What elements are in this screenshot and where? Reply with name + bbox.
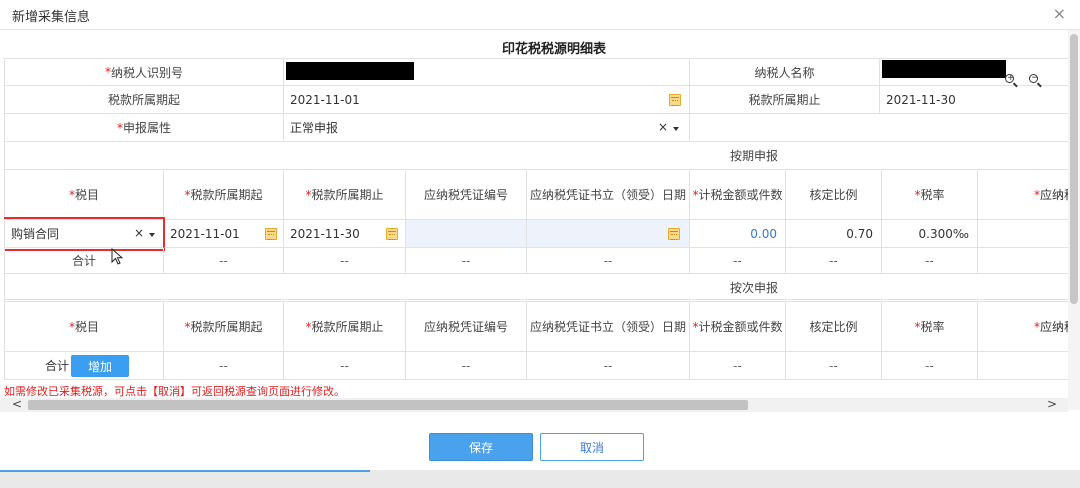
per-time-header-period-end: * 税款所属期止 bbox=[284, 302, 406, 352]
close-icon[interactable]: × bbox=[1053, 4, 1066, 23]
cursor-icon bbox=[111, 248, 124, 265]
scroll-left-icon[interactable]: < bbox=[12, 397, 22, 411]
scroll-right-icon[interactable]: > bbox=[1047, 397, 1057, 411]
bottom-accent bbox=[0, 470, 370, 472]
periodic-header-tax-item: * 税目 bbox=[4, 170, 164, 220]
stamp-tax-form: 印花税税源明细表 * 纳税人识别号 纳税人名称 税款所属期起 2021-11-01… bbox=[4, 32, 1068, 398]
period-end-value: 2021-11-30 bbox=[886, 92, 956, 107]
taxpayer-id-redaction bbox=[286, 62, 414, 80]
periodic-payable-value bbox=[978, 220, 1068, 248]
per-time-header-period-start: * 税款所属期起 bbox=[164, 302, 284, 352]
clear-icon[interactable]: × bbox=[658, 120, 668, 134]
periodic-total-cell: -- bbox=[406, 248, 527, 274]
per-time-header-payable: *应纳税 bbox=[978, 302, 1068, 352]
edit-notice: 如需修改已采集税源，可点击【取消】可返回税源查询页面进行修改。 bbox=[4, 385, 345, 398]
periodic-rate-value: 0.300‰ bbox=[882, 220, 978, 248]
periodic-amount-input[interactable]: 0.00 bbox=[690, 220, 786, 248]
declare-attr-empty bbox=[690, 114, 1068, 142]
periodic-total-cell: -- bbox=[786, 248, 882, 274]
per-time-total-cell: -- bbox=[527, 352, 690, 380]
taxpayer-name-label: 纳税人名称 bbox=[690, 58, 880, 86]
per-time-total-cell: -- bbox=[882, 352, 978, 380]
bottom-bar bbox=[0, 470, 1080, 488]
per-time-header-rate: * 税率 bbox=[882, 302, 978, 352]
periodic-header-ratio: 核定比例 bbox=[786, 170, 882, 220]
periodic-total-label: 合计 bbox=[4, 248, 164, 274]
horizontal-scrollbar[interactable]: < > bbox=[0, 397, 1068, 412]
declare-attr-value: 正常申报 bbox=[290, 121, 339, 135]
vertical-scrollbar[interactable] bbox=[1068, 30, 1080, 410]
section-periodic: 按期申报 bbox=[4, 142, 1068, 170]
declare-attr-select[interactable]: 正常申报 bbox=[284, 114, 690, 142]
add-button[interactable]: 增加 bbox=[71, 355, 129, 377]
periodic-header-amount: * 计税金额或件数 bbox=[690, 170, 786, 220]
periodic-voucher-date-input[interactable] bbox=[527, 220, 690, 248]
periodic-header-rate: * 税率 bbox=[882, 170, 978, 220]
periodic-header-voucher-date: 应纳税凭证书立（领受）日期 bbox=[527, 170, 690, 220]
per-time-header-ratio: 核定比例 bbox=[786, 302, 882, 352]
per-time-header-amount: * 计税金额或件数 bbox=[690, 302, 786, 352]
periodic-header-period-end: * 税款所属期止 bbox=[284, 170, 406, 220]
declare-attr-label: * 申报属性 bbox=[4, 114, 284, 142]
per-time-total-cell: -- bbox=[690, 352, 786, 380]
caret-down-icon[interactable] bbox=[673, 127, 679, 131]
periodic-ratio-value: 0.70 bbox=[786, 220, 882, 248]
per-time-total-cell: -- bbox=[406, 352, 527, 380]
dialog-title: 新增采集信息 bbox=[12, 10, 91, 25]
period-start-value: 2021-11-01 bbox=[290, 92, 360, 107]
periodic-total-cell: -- bbox=[527, 248, 690, 274]
form-title: 印花税税源明细表 bbox=[501, 42, 606, 57]
per-time-header-voucher-date: 应纳税凭证书立（领受）日期 bbox=[527, 302, 690, 352]
taxpayer-id-label: * 纳税人识别号 bbox=[4, 58, 284, 86]
per-time-total-cell: -- bbox=[164, 352, 284, 380]
periodic-total-cell: -- bbox=[164, 248, 284, 274]
dialog-titlebar: 新增采集信息 × bbox=[0, 0, 1080, 30]
periodic-total-cell: -- bbox=[690, 248, 786, 274]
periodic-header-voucher-no: 应纳税凭证编号 bbox=[406, 170, 527, 220]
period-start-label: 税款所属期起 bbox=[4, 86, 284, 114]
calendar-icon[interactable] bbox=[386, 228, 398, 240]
periodic-voucher-no-input[interactable] bbox=[406, 220, 527, 248]
per-time-total-cell: -- bbox=[284, 352, 406, 380]
per-time-total-cell: -- bbox=[786, 352, 882, 380]
taxpayer-name-redaction bbox=[882, 60, 1006, 78]
periodic-total-cell bbox=[978, 248, 1068, 274]
cancel-button[interactable]: 取消 bbox=[540, 433, 644, 461]
section-per-time: 按次申报 bbox=[4, 274, 1068, 302]
periodic-total-cell: -- bbox=[284, 248, 406, 274]
period-end-field[interactable]: 2021-11-30 bbox=[880, 86, 1068, 114]
calendar-icon[interactable] bbox=[265, 228, 277, 240]
save-button[interactable]: 保存 bbox=[429, 433, 533, 461]
per-time-total-cell bbox=[978, 352, 1068, 380]
vertical-scrollbar-thumb[interactable] bbox=[1070, 34, 1078, 304]
tax-item-highlight-box bbox=[4, 217, 165, 251]
periodic-header-period-start: * 税款所属期起 bbox=[164, 170, 284, 220]
periodic-header-payable: *应纳税 bbox=[978, 170, 1068, 220]
horizontal-scrollbar-thumb[interactable] bbox=[28, 400, 748, 410]
per-time-header-voucher-no: 应纳税凭证编号 bbox=[406, 302, 527, 352]
period-end-label: 税款所属期止 bbox=[690, 86, 880, 114]
period-start-field[interactable]: 2021-11-01 bbox=[284, 86, 690, 114]
per-time-header-tax-item: * 税目 bbox=[4, 302, 164, 352]
calendar-icon[interactable] bbox=[669, 94, 681, 106]
calendar-icon[interactable] bbox=[668, 228, 680, 240]
per-time-total-label: 合计 bbox=[45, 359, 70, 373]
periodic-total-cell: -- bbox=[882, 248, 978, 274]
